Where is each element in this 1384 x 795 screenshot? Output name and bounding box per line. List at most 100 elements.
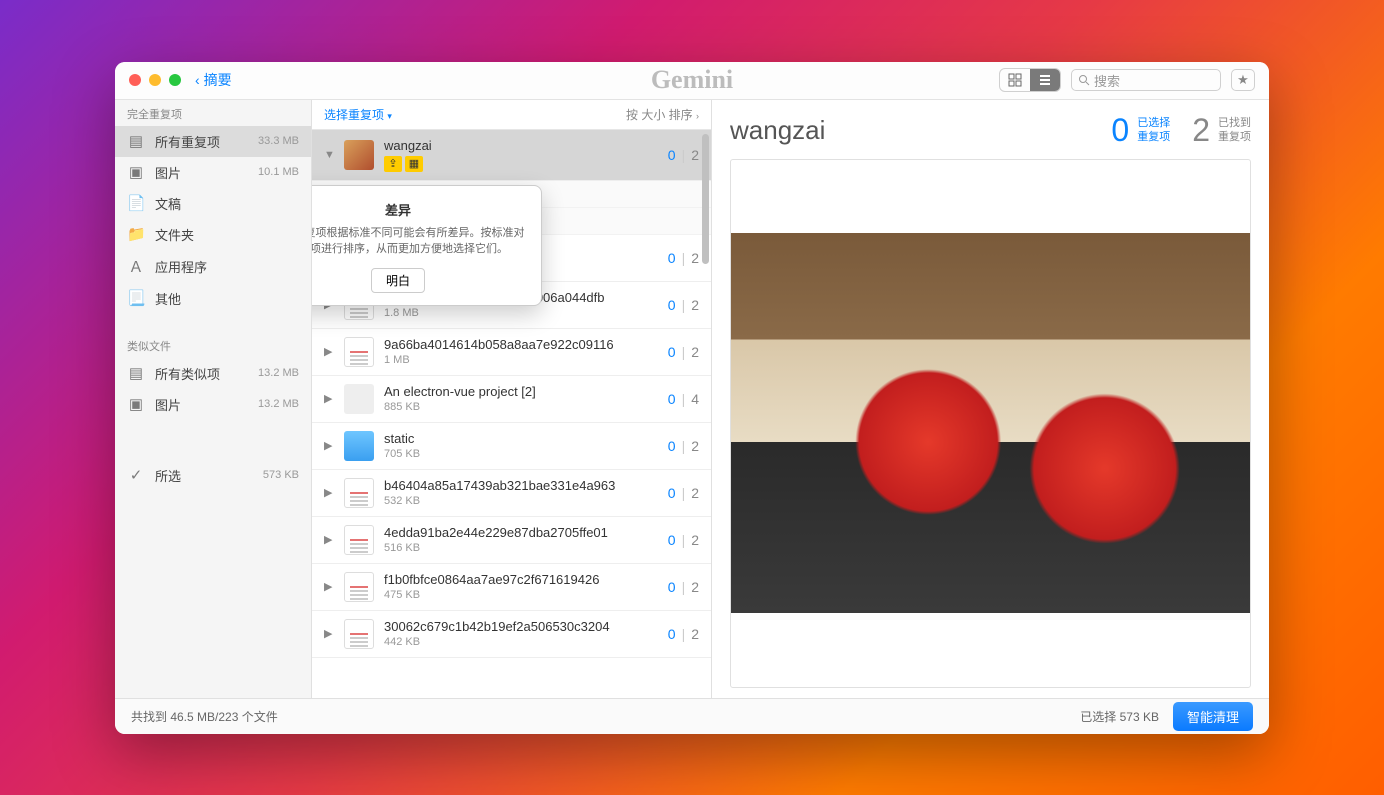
disclosure-triangle-icon[interactable]: ▶ xyxy=(324,580,334,593)
popover-body: 您的重复项根据标准不同可能会有所差异。按标准对重复项进行排序，从而更加方便地选择… xyxy=(312,225,525,258)
sidebar-item-所有重复项[interactable]: ▤ 所有重复项 33.3 MB xyxy=(115,126,311,157)
star-icon: ★ xyxy=(1237,72,1249,88)
sidebar-item-其他[interactable]: 📃 其他 xyxy=(115,283,311,314)
group-counts: 0|2 xyxy=(668,532,699,548)
sidebar-item-size: 13.2 MB xyxy=(258,398,299,410)
scrollbar[interactable] xyxy=(702,134,709,694)
image-icon: ▣ xyxy=(127,395,145,413)
sidebar-item-label: 文稿 xyxy=(155,194,181,213)
duplicate-group[interactable]: ▶ f1b0fbfce0864aa7ae97c2f671619426 475 K… xyxy=(312,564,711,611)
duplicate-group[interactable]: ▶ 4edda91ba2e44e229e87dba2705ffe01 516 K… xyxy=(312,517,711,564)
sidebar-item-size: 573 KB xyxy=(263,469,299,481)
group-counts: 0|4 xyxy=(668,391,699,407)
group-name: 30062c679c1b42b19ef2a506530c3204 xyxy=(384,619,658,634)
disclosure-triangle-icon[interactable]: ▶ xyxy=(324,392,334,405)
group-counts: 0|2 xyxy=(668,579,699,595)
folder-icon: 📁 xyxy=(127,225,145,243)
search-input[interactable]: 搜索 xyxy=(1071,69,1221,91)
sidebar-item-label: 所有类似项 xyxy=(155,364,220,383)
thumbnail-icon xyxy=(344,478,374,508)
disclosure-triangle-icon[interactable]: ▼ xyxy=(324,149,334,161)
disclosure-triangle-icon[interactable]: ▶ xyxy=(324,627,334,640)
group-size: 1 MB xyxy=(384,354,658,366)
group-size: 442 KB xyxy=(384,636,658,648)
check-icon: ✓ xyxy=(127,466,145,484)
window-controls xyxy=(129,74,181,86)
group-name: An electron-vue project [2] xyxy=(384,384,658,399)
stack-icon: ▤ xyxy=(127,132,145,150)
sidebar-item-label: 所选 xyxy=(155,466,181,485)
preview-image xyxy=(731,233,1250,613)
thumbnail-icon xyxy=(344,337,374,367)
duplicate-group[interactable]: ▶ 9a66ba4014614b058a8aa7e922c09116 1 MB … xyxy=(312,329,711,376)
view-mode-toggle[interactable] xyxy=(999,68,1061,92)
sidebar-section-exact: 完全重复项 xyxy=(115,100,311,126)
group-name: b46404a85a17439ab321bae331e4a963 xyxy=(384,478,658,493)
favorites-button[interactable]: ★ xyxy=(1231,69,1255,91)
disclosure-triangle-icon[interactable]: ▶ xyxy=(324,345,334,358)
sidebar-item-label: 应用程序 xyxy=(155,257,207,276)
grid-view-icon[interactable] xyxy=(1000,69,1030,91)
stat-found: 2 已找到重复项 xyxy=(1192,112,1251,149)
preview-header: wangzai 0 已选择重复项 2 已找到重复项 xyxy=(730,100,1251,159)
zoom-button[interactable] xyxy=(169,74,181,86)
group-size: 516 KB xyxy=(384,542,658,554)
close-button[interactable] xyxy=(129,74,141,86)
group-size: 885 KB xyxy=(384,401,658,413)
sidebar-item-图片[interactable]: ▣ 图片 13.2 MB xyxy=(115,389,311,420)
thumbnail-icon xyxy=(344,619,374,649)
minimize-button[interactable] xyxy=(149,74,161,86)
list-header: 选择重复项 ▾ 按 大小 排序 › xyxy=(312,100,711,130)
sidebar-item-label: 所有重复项 xyxy=(155,132,220,151)
group-name: 4edda91ba2e44e229e87dba2705ffe01 xyxy=(384,525,658,540)
duplicate-group[interactable]: ▶ 30062c679c1b42b19ef2a506530c3204 442 K… xyxy=(312,611,711,658)
duplicate-group[interactable]: ▶ An electron-vue project [2] 885 KB 0|4 xyxy=(312,376,711,423)
duplicate-list-column: 选择重复项 ▾ 按 大小 排序 › ▼ wangzai ⇪▦ 0|2 mages… xyxy=(312,100,712,698)
doc-icon: 📄 xyxy=(127,194,145,212)
duplicate-group[interactable]: ▶ b46404a85a17439ab321bae331e4a963 532 K… xyxy=(312,470,711,517)
chevron-left-icon: ‹ xyxy=(195,72,200,88)
select-duplicates-button[interactable]: 选择重复项 ▾ xyxy=(324,106,392,123)
back-to-summary-button[interactable]: ‹ 摘要 xyxy=(195,70,232,90)
sidebar: 完全重复项 ▤ 所有重复项 33.3 MB▣ 图片 10.1 MB📄 文稿 📁 … xyxy=(115,100,312,698)
sidebar-item-selected[interactable]: ✓ 所选 573 KB xyxy=(115,460,311,491)
sidebar-item-size: 33.3 MB xyxy=(258,135,299,147)
list-view-icon[interactable] xyxy=(1030,69,1060,91)
group-counts: 0|2 xyxy=(668,250,699,266)
group-name: f1b0fbfce0864aa7ae97c2f671619426 xyxy=(384,572,658,587)
other-icon: 📃 xyxy=(127,289,145,307)
group-counts: 0|2 xyxy=(668,485,699,501)
duplicate-groups-list[interactable]: ▼ wangzai ⇪▦ 0|2 mages › 📄 wangzai.jpguc… xyxy=(312,130,711,698)
sidebar-item-应用程序[interactable]: Ａ 应用程序 xyxy=(115,250,311,283)
group-size: 705 KB xyxy=(384,448,658,460)
tag-icon: ▦ xyxy=(405,156,423,172)
disclosure-triangle-icon[interactable]: ▶ xyxy=(324,439,334,452)
popover-title: 差异 xyxy=(312,200,525,219)
main-body: 完全重复项 ▤ 所有重复项 33.3 MB▣ 图片 10.1 MB📄 文稿 📁 … xyxy=(115,100,1269,698)
thumbnail-icon xyxy=(344,140,374,170)
group-counts: 0|2 xyxy=(668,344,699,360)
thumbnail-icon xyxy=(344,525,374,555)
duplicate-group[interactable]: ▶ static 705 KB 0|2 xyxy=(312,423,711,470)
duplicate-group[interactable]: ▼ wangzai ⇪▦ 0|2 xyxy=(312,130,711,181)
disclosure-triangle-icon[interactable]: ▶ xyxy=(324,533,334,546)
sort-button[interactable]: 按 大小 排序 › xyxy=(626,106,699,123)
sidebar-section-similar: 类似文件 xyxy=(115,332,311,358)
stat-selected: 0 已选择重复项 xyxy=(1111,112,1170,149)
sidebar-item-文稿[interactable]: 📄 文稿 xyxy=(115,188,311,219)
sidebar-item-label: 其他 xyxy=(155,289,181,308)
group-counts: 0|2 xyxy=(668,297,699,313)
sidebar-item-文件夹[interactable]: 📁 文件夹 xyxy=(115,219,311,250)
disclosure-triangle-icon[interactable]: ▶ xyxy=(324,486,334,499)
sidebar-item-size: 13.2 MB xyxy=(258,367,299,379)
app-brand: Gemini xyxy=(651,65,733,95)
group-counts: 0|2 xyxy=(668,626,699,642)
group-size: 532 KB xyxy=(384,495,658,507)
sidebar-item-图片[interactable]: ▣ 图片 10.1 MB xyxy=(115,157,311,188)
group-counts: 0|2 xyxy=(668,438,699,454)
popover-ok-button[interactable]: 明白 xyxy=(371,268,425,293)
smart-clean-button[interactable]: 智能清理 xyxy=(1173,702,1253,731)
search-placeholder: 搜索 xyxy=(1094,71,1120,90)
sidebar-item-所有类似项[interactable]: ▤ 所有类似项 13.2 MB xyxy=(115,358,311,389)
app-window: ‹ 摘要 Gemini 搜索 ★ xyxy=(115,62,1269,734)
